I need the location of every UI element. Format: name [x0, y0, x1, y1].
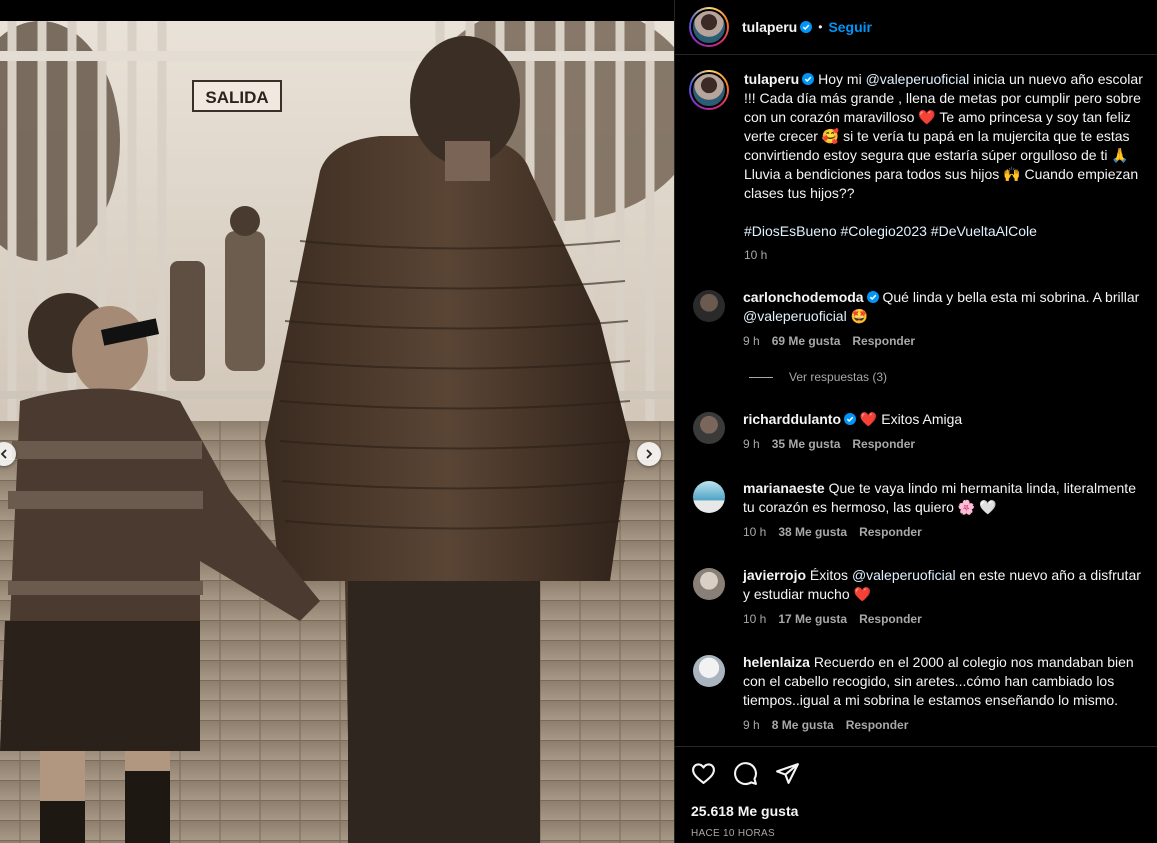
share-icon[interactable] — [775, 761, 800, 786]
replies-line — [749, 376, 773, 378]
reply-button[interactable]: Responder — [859, 523, 922, 542]
caption-text: Hoy mi @valeperuoficial inicia un nuevo … — [744, 71, 1143, 201]
chevron-left-icon — [0, 449, 7, 459]
comment-item: marianaeste Que te vaya lindo mi hermani… — [675, 479, 1157, 542]
comment-likes[interactable]: 35 Me gusta — [772, 435, 841, 454]
comment-icon[interactable] — [733, 761, 758, 786]
verified-badge-icon — [866, 291, 879, 303]
heart-emoji: ❤️ — [918, 109, 936, 125]
verified-badge-icon — [800, 21, 813, 33]
commenter-username[interactable]: richarddulanto — [743, 411, 857, 427]
mention-link[interactable]: @valeperuoficial — [866, 71, 970, 87]
reply-button[interactable]: Responder — [852, 435, 915, 454]
chevron-right-icon — [646, 449, 653, 459]
school-photo-illustration: SALIDA — [0, 21, 674, 843]
follow-button[interactable]: Seguir — [828, 19, 872, 35]
smile-hearts-emoji: 🥰 — [821, 128, 840, 144]
star-eyes-emoji: 🤩 — [850, 308, 869, 324]
post-photo: SALIDA — [0, 21, 674, 843]
heart-emoji: ❤️ — [859, 411, 878, 427]
comment-item: helenlaiza Recuerdo en el 2000 al colegi… — [675, 653, 1157, 735]
caption-timestamp: 10 h — [744, 248, 768, 262]
author-avatar[interactable] — [689, 7, 729, 47]
post-details-panel: tulaperu • Seguir tulaperu Hoy mi @valep… — [674, 0, 1157, 843]
comment-likes[interactable]: 69 Me gusta — [772, 332, 841, 351]
commenter-username[interactable]: javierrojo — [743, 567, 806, 583]
post-actions: 25.618 Me gusta HACE 10 HORAS — [675, 746, 1157, 839]
caption-author-avatar[interactable] — [689, 70, 729, 110]
commenter-username[interactable]: helenlaiza — [743, 654, 810, 670]
comment-item: javierrojo Éxitos @valeperuoficial en es… — [675, 566, 1157, 629]
reply-button[interactable]: Responder — [852, 332, 915, 351]
comment-time: 9 h — [743, 437, 760, 451]
commenter-avatar[interactable] — [693, 655, 725, 687]
verified-badge-icon — [844, 413, 857, 425]
comments-list[interactable]: tulaperu Hoy mi @valeperuoficial inicia … — [675, 56, 1157, 746]
post-header: tulaperu • Seguir — [675, 0, 1157, 55]
heart-icon[interactable] — [691, 761, 716, 786]
comment-text: ❤️ Exitos Amiga — [859, 411, 963, 427]
flower-heart-emoji: 🌸 🤍 — [957, 499, 997, 515]
commenter-username[interactable]: marianaeste — [743, 480, 825, 496]
reply-button[interactable]: Responder — [859, 610, 922, 629]
mention-link[interactable]: @valeperuoficial — [852, 567, 956, 583]
caption-hashtags[interactable]: #DiosEsBueno #Colegio2023 #DeVueltaAlCol… — [744, 222, 1143, 241]
comment-item: richarddulanto ❤️ Exitos Amiga 9 h 35 Me … — [675, 410, 1157, 454]
commenter-avatar[interactable] — [693, 290, 725, 322]
comment-time: 9 h — [743, 718, 760, 732]
comment-likes[interactable]: 8 Me gusta — [772, 716, 834, 735]
salida-sign: SALIDA — [205, 88, 268, 107]
heart-emoji: ❤️ — [853, 586, 871, 602]
reply-button[interactable]: Responder — [846, 716, 909, 735]
next-photo-button[interactable] — [637, 442, 661, 466]
commenter-avatar[interactable] — [693, 481, 725, 513]
separator-dot: • — [818, 20, 823, 34]
post-timestamp: HACE 10 HORAS — [691, 828, 775, 839]
comment-time: 10 h — [743, 612, 767, 626]
commenter-username[interactable]: carlonchodemoda — [743, 289, 879, 305]
commenter-avatar[interactable] — [693, 568, 725, 600]
view-replies-button[interactable]: Ver respuestas (3) — [749, 370, 887, 384]
raised-hands-emoji: 🙌 — [1003, 166, 1021, 182]
like-count[interactable]: 25.618 Me gusta — [691, 803, 1141, 819]
commenter-avatar[interactable] — [693, 412, 725, 444]
comment-time: 10 h — [743, 525, 767, 539]
caption-author-username[interactable]: tulaperu — [744, 71, 815, 87]
comment-likes[interactable]: 17 Me gusta — [778, 610, 847, 629]
verified-badge-icon — [802, 73, 815, 85]
praying-hands-emoji: 🙏 — [1111, 147, 1129, 163]
comment-likes[interactable]: 38 Me gusta — [778, 523, 847, 542]
comment-time: 9 h — [743, 334, 760, 348]
post-caption: tulaperu Hoy mi @valeperuoficial inicia … — [675, 56, 1157, 265]
mention-link[interactable]: @valeperuoficial — [743, 308, 847, 324]
comment-item: carlonchodemoda Qué linda y bella esta m… — [675, 288, 1157, 351]
author-username[interactable]: tulaperu — [742, 19, 813, 35]
